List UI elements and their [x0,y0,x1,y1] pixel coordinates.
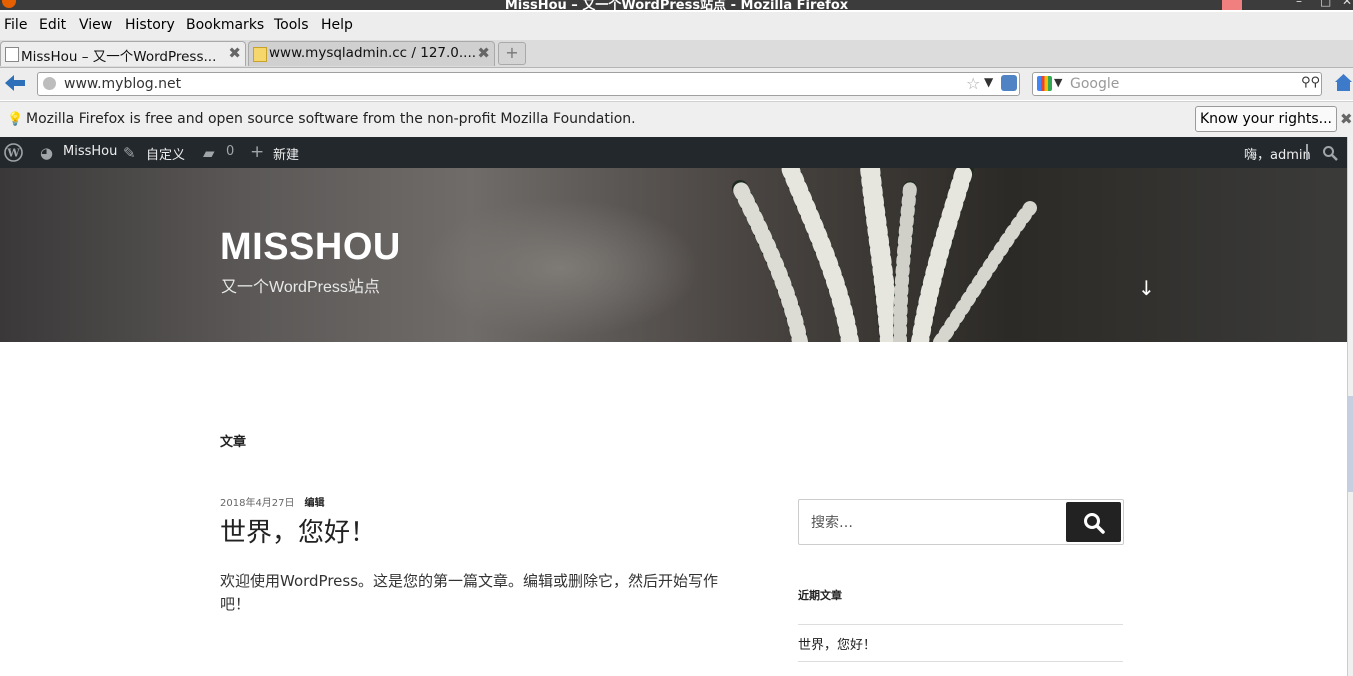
close-icon[interactable]: ✖ [1340,110,1353,128]
close-tab-icon[interactable]: ✖ [228,44,241,62]
recent-posts-title: 近期文章 [798,589,842,602]
menu-file[interactable]: File [4,17,27,33]
avatar[interactable] [1306,144,1308,160]
page-favicon-icon [5,47,19,62]
tab-mysqladmin[interactable]: www.mysqladmin.cc / 127.0.... ✖ [248,41,495,66]
minimize-icon[interactable]: – [1296,0,1302,8]
url-bar[interactable]: www.myblog.net ☆ ▼ [37,72,1020,96]
plant-image [732,168,1037,342]
admin-site-name[interactable]: MissHou [63,144,117,159]
page-scrollbar[interactable] [1347,137,1353,676]
binoculars-icon[interactable]: ⚲⚲ [1301,75,1320,90]
divider [798,661,1123,662]
tab-label: www.mysqladmin.cc / 127.0.... [269,45,477,61]
notification-message: Mozilla Firefox is free and open source … [26,111,636,127]
url-text[interactable]: www.myblog.net [64,76,181,92]
window-title: MissHou – 又一个WordPress站点 - Mozilla Firef… [504,0,849,10]
sidebar-search-input[interactable]: 搜索… [798,499,1124,545]
menu-tools[interactable]: Tools [274,17,309,33]
site-title[interactable]: MISSHOU [220,226,401,269]
admin-customize[interactable]: 自定义 [146,144,185,163]
edit-post-link[interactable]: 编辑 [305,498,325,509]
phpmyadmin-favicon-icon [253,47,267,62]
svg-text:W: W [6,147,20,160]
post-excerpt: 欢迎使用WordPress。这是您的第一篇文章。编辑或删除它，然后开始写作吧！ [220,572,719,613]
scrollbar-thumb[interactable] [1348,396,1353,492]
reload-icon[interactable] [1001,75,1017,91]
window-title-bar: MissHou – 又一个WordPress站点 - Mozilla Firef… [0,0,1353,10]
divider [798,624,1123,625]
search-bar[interactable]: ▼ Google ⚲⚲ [1032,72,1322,96]
site-header: MISSHOU 又一个WordPress站点 ↓ [0,168,1347,342]
chevron-down-icon[interactable]: ▼ [1054,76,1062,89]
close-tab-icon[interactable]: ✖ [477,44,490,62]
menu-history[interactable]: History [125,17,175,33]
menu-view[interactable]: View [79,17,112,33]
notification-bar: 💡 Mozilla Firefox is free and open sourc… [0,101,1353,138]
window-indicator [1222,0,1242,10]
search-icon[interactable] [1322,145,1338,161]
admin-new[interactable]: 新建 [273,144,299,163]
arrow-down-icon[interactable]: ↓ [1138,276,1155,300]
maximize-icon[interactable]: □ [1320,0,1331,8]
lightbulb-icon: 💡 [7,112,24,127]
tab-bar: MissHou – 又一个WordPress... ✖ www.mysqladm… [0,40,1353,68]
post-date[interactable]: 2018年4月27日 [220,498,295,509]
site-tagline: 又一个WordPress站点 [221,279,380,296]
search-placeholder[interactable]: 搜索… [811,512,853,532]
search-icon [1084,513,1105,534]
chevron-down-icon[interactable]: ▼ [984,75,993,89]
admin-comments-count[interactable]: 0 [226,144,234,159]
post-meta: 2018年4月27日 编辑 [220,494,325,509]
new-tab-button[interactable]: + [498,42,526,65]
header-image [420,198,700,338]
home-icon[interactable] [1334,73,1353,92]
know-your-rights-button[interactable]: Know your rights... [1195,106,1337,132]
dashboard-icon[interactable]: ◕ [40,144,53,162]
menu-bookmarks[interactable]: Bookmarks [186,17,264,33]
menu-help[interactable]: Help [321,17,353,33]
bookmark-star-icon[interactable]: ☆ [966,74,980,93]
google-engine-icon[interactable] [1037,76,1052,91]
recent-post-link[interactable]: 世界，您好！ [798,634,876,653]
comment-icon[interactable]: ▰ [203,144,215,162]
navigation-bar: www.myblog.net ☆ ▼ ▼ Google ⚲⚲ [0,68,1353,100]
plus-icon[interactable]: + [250,142,264,162]
site-identity-icon[interactable] [43,77,56,90]
post-title[interactable]: 世界，您好！ [220,512,376,549]
wp-admin-bar: W ◕ MissHou ✎ 自定义 ▰ 0 + 新建 嗨，admin [0,137,1347,168]
back-arrow-icon[interactable] [4,73,26,93]
search-placeholder[interactable]: Google [1070,76,1119,92]
menu-bar: File Edit View History Bookmarks Tools H… [0,12,1353,40]
search-button[interactable] [1066,502,1121,542]
tab-misshou[interactable]: MissHou – 又一个WordPress... ✖ [0,41,246,66]
close-window-icon[interactable]: ✕ [1342,0,1352,8]
wordpress-logo-icon[interactable]: W [4,143,23,162]
menu-edit[interactable]: Edit [39,17,66,33]
brush-icon[interactable]: ✎ [123,144,136,162]
admin-greeting[interactable]: 嗨，admin [1244,144,1311,163]
section-heading: 文章 [220,435,247,450]
tab-label: MissHou – 又一个WordPress... [21,49,217,65]
